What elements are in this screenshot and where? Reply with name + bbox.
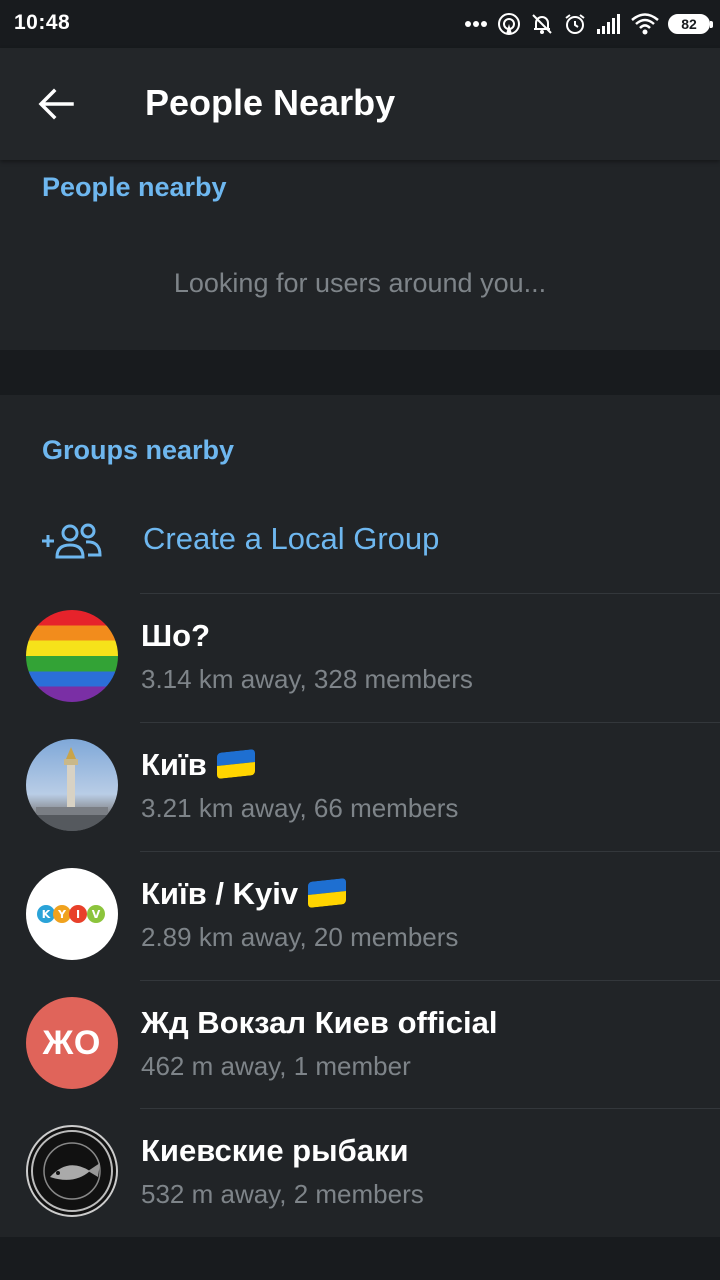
group-name: Київ bbox=[141, 747, 207, 782]
svg-text:Y: Y bbox=[57, 908, 67, 921]
bottom-background bbox=[0, 1237, 720, 1280]
wifi-icon bbox=[631, 13, 659, 35]
alarm-icon bbox=[565, 14, 585, 34]
people-nearby-header: People nearby bbox=[42, 172, 227, 202]
svg-text:I: I bbox=[76, 908, 80, 921]
back-button[interactable] bbox=[32, 84, 80, 124]
battery-indicator: 82 bbox=[668, 14, 713, 34]
group-name: Шо? bbox=[141, 618, 211, 653]
group-name-with-flag: Київ bbox=[141, 747, 255, 783]
groups-nearby-header: Groups nearby bbox=[42, 435, 235, 465]
status-time: 10:48 bbox=[14, 11, 71, 34]
group-name: Киевские рыбаки bbox=[141, 1133, 409, 1168]
add-group-icon bbox=[42, 523, 102, 559]
group-subtitle: 3.14 km away, 328 members bbox=[141, 664, 473, 694]
back-arrow-icon bbox=[38, 88, 74, 120]
more-dots-icon bbox=[465, 21, 487, 27]
group-name: Жд Вокзал Киев official bbox=[141, 1005, 498, 1040]
mute-bell-icon bbox=[532, 14, 552, 34]
group-avatar-kyiv-logo: K Y I V bbox=[26, 868, 118, 960]
searching-status-text: Looking for users around you... bbox=[173, 268, 547, 298]
fish-emblem-icon bbox=[31, 1130, 113, 1212]
group-subtitle: 462 m away, 1 member bbox=[141, 1051, 411, 1081]
hotspot-icon bbox=[498, 13, 520, 35]
group-item-kyiv-kyiv[interactable]: K Y I V Київ / Kyiv 2.89 km away, 20 mem… bbox=[0, 852, 720, 980]
signal-icon bbox=[597, 14, 620, 34]
group-item-railway-station[interactable]: ЖО Жд Вокзал Киев official 462 m away, 1… bbox=[0, 981, 720, 1109]
svg-text:K: K bbox=[42, 908, 51, 921]
group-avatar-rainbow bbox=[26, 610, 118, 702]
group-item-sho[interactable]: Шо? 3.14 km away, 328 members bbox=[0, 594, 720, 722]
monument-icon bbox=[26, 747, 118, 831]
svg-text:V: V bbox=[92, 908, 101, 921]
app-bar: People Nearby bbox=[0, 48, 720, 160]
ukraine-flag-icon bbox=[308, 878, 347, 908]
create-local-group-label: Create a Local Group bbox=[143, 521, 440, 556]
kyiv-logo-icon: K Y I V bbox=[37, 905, 105, 923]
page-title: People Nearby bbox=[145, 82, 396, 123]
create-local-group-button[interactable]: Create a Local Group bbox=[0, 495, 720, 593]
group-subtitle: 2.89 km away, 20 members bbox=[141, 922, 459, 952]
group-name-with-flag: Київ / Kyiv bbox=[141, 876, 347, 912]
group-item-kyiv[interactable]: Київ 3.21 km away, 66 members bbox=[0, 723, 720, 851]
ukraine-flag-icon bbox=[216, 749, 255, 779]
group-subtitle: 3.21 km away, 66 members bbox=[141, 793, 459, 823]
status-icons: 82 bbox=[464, 10, 713, 38]
status-bar: 10:48 82 bbox=[0, 0, 720, 48]
group-avatar-initials: ЖО bbox=[26, 997, 118, 1089]
group-avatar-fish-emblem bbox=[26, 1125, 118, 1217]
group-subtitle: 532 m away, 2 members bbox=[141, 1179, 424, 1209]
group-name: Київ / Kyiv bbox=[141, 876, 299, 911]
people-nearby-section: People nearby Looking for users around y… bbox=[0, 160, 720, 350]
group-item-fishermen[interactable]: Киевские рыбаки 532 m away, 2 members bbox=[0, 1109, 720, 1237]
groups-nearby-section: Groups nearby Create a Local Group Шо? 3… bbox=[0, 395, 720, 1237]
group-avatar-monument bbox=[26, 739, 118, 831]
